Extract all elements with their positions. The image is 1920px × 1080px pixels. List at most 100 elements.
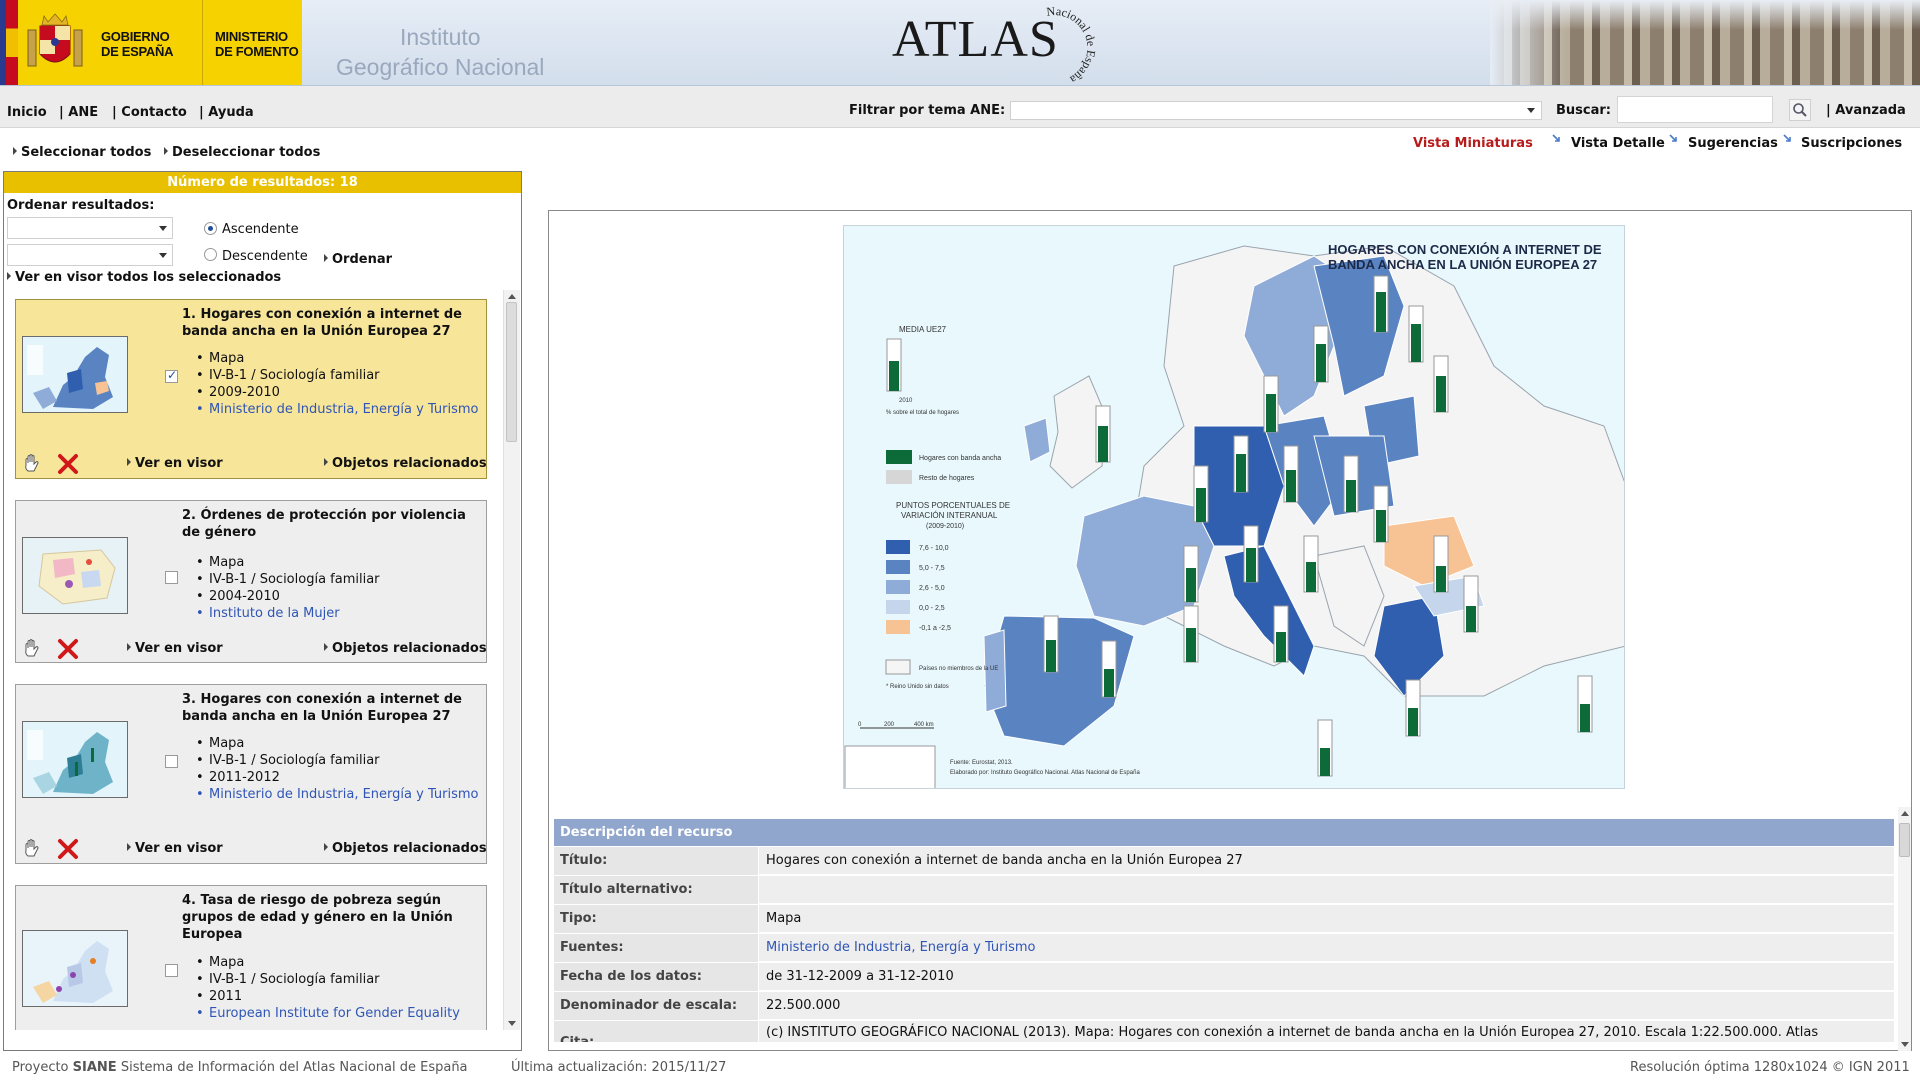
building-photo xyxy=(1490,0,1920,85)
map-source-2: Elaborado por: Instituto Geográfico Naci… xyxy=(950,770,1140,776)
result-title-3[interactable]: 3. Hogares con conexión a internet de ba… xyxy=(182,691,482,725)
desc-value: (c) INSTITUTO GEOGRÁFICO NACIONAL (2013)… xyxy=(766,1025,1819,1040)
desc-value: Hogares con conexión a internet de banda… xyxy=(766,853,1243,868)
result-checkbox-2[interactable] xyxy=(165,571,178,584)
results-panel: Número de resultados: 18 Ordenar resulta… xyxy=(3,171,522,1051)
gov-line-2: DE ESPAÑA xyxy=(101,44,174,59)
order-secondary-select[interactable] xyxy=(7,244,173,266)
result-card-4[interactable]: 4. Tasa de riesgo de pobreza según grupo… xyxy=(15,885,487,1030)
view-all-selected-link[interactable]: Ver en visor todos los seleccionados xyxy=(7,270,281,285)
result-title-4[interactable]: 4. Tasa de riesgo de pobreza según grupo… xyxy=(182,892,482,943)
results-scroll-thumb[interactable] xyxy=(506,302,517,442)
result-source-link[interactable]: Ministerio de Industria, Energía y Turis… xyxy=(196,401,479,418)
select-all-link[interactable]: Seleccionar todos xyxy=(13,145,151,160)
magnifier-icon xyxy=(1793,103,1807,117)
map-thumbnail-spain[interactable] xyxy=(22,537,128,614)
delete-icon[interactable] xyxy=(56,637,80,661)
filter-label: Filtrar por tema ANE: xyxy=(849,103,1006,118)
desc-source-link[interactable]: Ministerio de Industria, Energía y Turis… xyxy=(766,934,1886,962)
order-button[interactable]: Ordenar xyxy=(324,252,392,267)
advanced-search-link[interactable]: | Avanzada xyxy=(1826,103,1906,118)
result-meta-4: Mapa IV-B-1 / Sociología familiar 2011 E… xyxy=(196,954,479,1022)
description-scroll-thumb[interactable] xyxy=(1899,823,1910,857)
ascending-radio[interactable] xyxy=(204,222,217,235)
result-card-1[interactable]: 1. Hogares con conexión a internet de ba… xyxy=(15,299,487,479)
scroll-up-icon[interactable] xyxy=(1901,811,1909,816)
desc-row-type: Tipo: Mapa xyxy=(554,905,1894,933)
nav-contact[interactable]: | Contacto xyxy=(112,105,187,120)
legend-total: % sobre el total de hogares xyxy=(886,410,959,416)
desc-value: Mapa xyxy=(766,911,802,926)
scroll-up-icon[interactable] xyxy=(508,294,516,299)
view-in-viewer-link[interactable]: Ver en visor xyxy=(127,456,223,471)
ministry-text: MINISTERIO DE FOMENTO xyxy=(215,29,299,59)
filter-theme-select[interactable] xyxy=(1010,101,1542,120)
results-list: 1. Hogares con conexión a internet de ba… xyxy=(4,290,503,1030)
result-title-2[interactable]: 2. Órdenes de protección por violencia d… xyxy=(182,507,482,541)
tab-arrow-icon xyxy=(1783,134,1791,142)
legend-class-3: 2,6 - 5,0 xyxy=(919,585,945,592)
result-theme: IV-B-1 / Sociología familiar xyxy=(196,367,479,384)
hand-icon[interactable] xyxy=(20,637,44,661)
result-checkbox-4[interactable] xyxy=(165,964,178,977)
desc-label: Fuentes: xyxy=(554,934,759,962)
map-thumbnail-europe[interactable] xyxy=(22,930,128,1007)
deselect-all-link[interactable]: Deseleccionar todos xyxy=(164,145,320,160)
atlas-arc-label: Nacional de España xyxy=(1046,6,1099,84)
related-objects-link[interactable]: Objetos relacionados xyxy=(324,456,487,471)
view-in-viewer-link[interactable]: Ver en visor xyxy=(127,841,223,856)
result-title-1[interactable]: 1. Hogares con conexión a internet de ba… xyxy=(182,306,482,340)
desc-label: Fecha de los datos: xyxy=(554,963,759,991)
descending-radio[interactable] xyxy=(204,248,217,261)
result-checkbox-1[interactable] xyxy=(165,368,178,383)
europe-map-thumb-icon xyxy=(23,337,127,412)
atlas-logo[interactable]: ATLAS Nacional de España xyxy=(892,6,1122,84)
search-button[interactable] xyxy=(1789,99,1811,121)
scroll-down-icon[interactable] xyxy=(1901,1042,1909,1047)
description-scrollbar[interactable] xyxy=(1898,807,1911,1051)
hand-icon[interactable] xyxy=(20,452,44,476)
scroll-down-icon[interactable] xyxy=(508,1021,516,1026)
legend-class-1: 7,6 - 10,0 xyxy=(919,545,949,552)
result-card-2[interactable]: 2. Órdenes de protección por violencia d… xyxy=(15,500,487,663)
svg-text:Nacional de España: Nacional de España xyxy=(1046,6,1099,84)
result-source-link[interactable]: Instituto de la Mujer xyxy=(196,605,479,622)
ign-name[interactable]: Instituto Geográfico Nacional xyxy=(336,22,544,82)
logo-divider xyxy=(202,0,203,85)
result-card-3[interactable]: 3. Hogares con conexión a internet de ba… xyxy=(15,684,487,864)
map-thumbnail-europe[interactable] xyxy=(22,721,128,798)
tab-suggestions[interactable]: Sugerencias xyxy=(1688,136,1778,151)
map-preview[interactable]: MEDIA UE27 % sobre el total de hogares 2… xyxy=(843,225,1625,789)
nav-help[interactable]: | Ayuda xyxy=(199,105,254,120)
delete-icon[interactable] xyxy=(56,837,80,861)
ascending-label: Ascendente xyxy=(222,222,299,237)
hand-icon[interactable] xyxy=(20,837,44,861)
legend-media: MEDIA UE27 xyxy=(899,325,947,334)
nav-ane[interactable]: | ANE xyxy=(59,105,98,120)
nav-home[interactable]: Inicio xyxy=(7,105,47,120)
government-logo[interactable]: GOBIERNO DE ESPAÑA MINISTERIO DE FOMENTO xyxy=(0,0,302,85)
view-in-viewer-link[interactable]: Ver en visor xyxy=(127,641,223,656)
map-title: HOGARES CON CONEXIÓN A INTERNET DE BANDA… xyxy=(1328,242,1618,272)
tab-detail-view[interactable]: Vista Detalle xyxy=(1571,136,1665,151)
result-checkbox-3[interactable] xyxy=(165,755,178,768)
result-type: Mapa xyxy=(196,554,479,571)
tab-thumbnail-view[interactable]: Vista Miniaturas xyxy=(1413,136,1533,151)
search-input[interactable] xyxy=(1617,96,1773,123)
results-scrollbar[interactable] xyxy=(503,290,520,1030)
desc-label: Cita: xyxy=(554,1021,759,1042)
map-thumbnail-europe[interactable] xyxy=(22,336,128,413)
order-field-select[interactable] xyxy=(7,217,173,239)
legend-var-title-2: VARIACIÓN INTERANUAL xyxy=(901,511,998,520)
delete-icon[interactable] xyxy=(56,452,80,476)
legend-uk: * Reino Unido sin datos xyxy=(886,684,949,690)
related-objects-link[interactable]: Objetos relacionados xyxy=(324,841,487,856)
legend-var-title-1: PUNTOS PORCENTUALES DE xyxy=(896,501,1010,510)
desc-value: 22.500.000 xyxy=(766,998,841,1013)
government-text: GOBIERNO DE ESPAÑA xyxy=(101,29,173,59)
result-source-link[interactable]: Ministerio de Industria, Energía y Turis… xyxy=(196,786,479,803)
result-source-link[interactable]: European Institute for Gender Equality xyxy=(196,1005,479,1022)
tab-subscriptions[interactable]: Suscripciones xyxy=(1801,136,1902,151)
related-objects-link[interactable]: Objetos relacionados xyxy=(324,641,487,656)
site-header: GOBIERNO DE ESPAÑA MINISTERIO DE FOMENTO… xyxy=(0,0,1920,86)
